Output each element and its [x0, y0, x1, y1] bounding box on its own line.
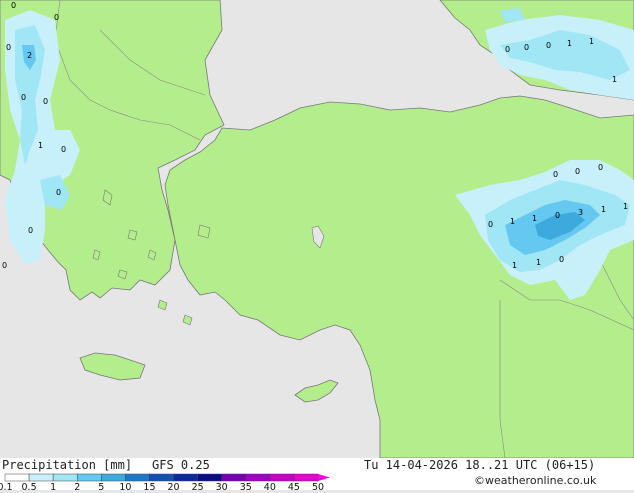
datetime-label: Tu 14-04-2026 18..21 UTC (06+15)	[364, 458, 596, 472]
legend-tick-label: 50	[311, 482, 325, 493]
value-label: 1	[612, 75, 617, 84]
credit-label: ©weatheronline.co.uk	[474, 474, 597, 487]
value-label: 2	[27, 51, 32, 60]
legend-tick-label: 10	[119, 482, 132, 493]
value-label: 0	[524, 43, 529, 52]
value-label: 1	[589, 37, 594, 46]
value-label: 0	[43, 97, 48, 106]
value-label: 0	[2, 261, 7, 270]
model-label: GFS 0.25	[152, 458, 210, 472]
value-label: 1	[532, 214, 537, 223]
precipitation-map: 0 0 0 2 0 0 1 0 0 0 0 0 0 0 1 1 1 0 0 0 …	[0, 0, 634, 458]
value-label: 0	[56, 188, 61, 197]
value-label: 0	[546, 41, 551, 50]
legend-arrow	[318, 474, 330, 481]
legend-tick-label: 20	[167, 482, 180, 493]
legend-swatch	[269, 473, 295, 482]
legend-tick-label: 0.5	[21, 482, 37, 493]
value-label: 0	[6, 43, 11, 52]
value-label: 1	[567, 39, 572, 48]
legend-swatch	[28, 473, 54, 482]
legend-tick-label: 0.1	[0, 482, 13, 493]
legend-swatch	[149, 473, 174, 482]
legend-tick-label: 45	[287, 482, 300, 493]
legend-tick-label: 30	[215, 482, 228, 493]
value-label: 0	[488, 220, 493, 229]
legend-swatch	[76, 473, 102, 482]
value-label: 0	[553, 170, 558, 179]
value-label: 1	[38, 141, 43, 150]
map-title: Precipitation [mm]	[2, 458, 133, 472]
legend-swatch	[101, 473, 126, 482]
legend-swatch	[221, 473, 247, 482]
value-label: 0	[61, 145, 66, 154]
value-label: 0	[28, 226, 33, 235]
value-label: 1	[601, 205, 606, 214]
legend-swatch	[125, 473, 150, 482]
legend-tick-label: 5	[98, 482, 105, 493]
legend-tick-label: 40	[263, 482, 276, 493]
legend-tick-label: 25	[191, 482, 204, 493]
legend-swatch	[197, 473, 222, 482]
value-label: 0	[11, 1, 16, 10]
value-label: 1	[512, 261, 517, 270]
value-label: 0	[559, 255, 564, 264]
legend-swatch	[52, 473, 78, 482]
legend-swatch	[4, 473, 30, 482]
legend-tick-label: 1	[50, 482, 57, 493]
value-label: 0	[505, 45, 510, 54]
value-label: 0	[555, 211, 560, 220]
legend-swatch	[173, 473, 198, 482]
value-label: 1	[623, 202, 628, 211]
value-label: 0	[54, 13, 59, 22]
value-label: 0	[21, 93, 26, 102]
value-label: 1	[536, 258, 541, 267]
legend-tick-label: 15	[143, 482, 156, 493]
legend-tick-label: 35	[239, 482, 252, 493]
legend-swatch	[293, 473, 319, 482]
value-label: 3	[578, 208, 583, 217]
value-label: 0	[598, 163, 603, 172]
legend-tick-label: 2	[74, 482, 81, 493]
legend-swatch	[245, 473, 271, 482]
value-label: 0	[575, 167, 580, 176]
value-label: 1	[510, 217, 515, 226]
